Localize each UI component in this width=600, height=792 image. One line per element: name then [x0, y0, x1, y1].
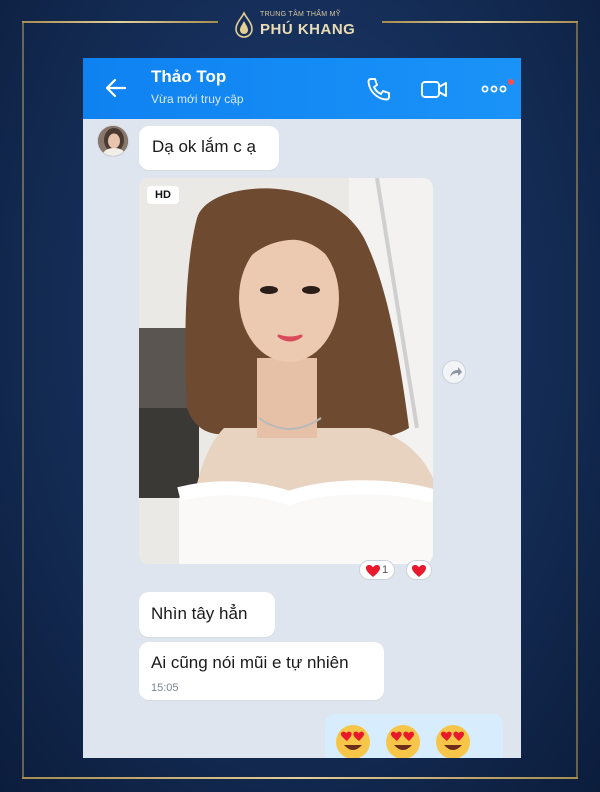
frame-gold-border-bottom — [22, 777, 578, 779]
photo-message[interactable]: HD — [139, 178, 433, 564]
share-icon[interactable] — [442, 360, 466, 384]
message-timestamp: 15:05 — [151, 682, 179, 694]
hd-badge: HD — [147, 186, 179, 204]
heart-icon — [366, 565, 380, 577]
message-bubble-2[interactable]: Nhìn tây hẳn — [139, 592, 275, 637]
video-call-icon[interactable] — [419, 74, 449, 104]
heart-eyes-emoji — [386, 725, 420, 758]
frame-gold-border-left — [22, 21, 24, 779]
selfie-photo — [139, 178, 433, 564]
brand-logo-block: TRUNG TÂM THẨM MỸ PHÚ KHANG — [230, 5, 380, 43]
brand-tagline: TRUNG TÂM THẨM MỸ — [260, 11, 341, 18]
reaction-heart-count[interactable]: 1 — [359, 560, 395, 580]
more-options-icon[interactable] — [479, 74, 511, 104]
frame-gold-border-right — [576, 21, 578, 779]
brand-logo-icon — [235, 11, 253, 38]
message-text: Nhìn tây hẳn — [151, 604, 248, 623]
heart-eyes-emoji — [336, 725, 370, 758]
contact-status: Vừa mới truy cập — [151, 92, 244, 106]
back-arrow-icon[interactable] — [103, 75, 129, 101]
reaction-count: 1 — [382, 564, 389, 576]
contact-avatar[interactable] — [97, 125, 129, 157]
frame-gold-line-right — [382, 21, 578, 23]
sent-message-bubble[interactable] — [325, 714, 503, 758]
heart-icon — [412, 565, 426, 577]
notification-dot — [508, 79, 514, 85]
heart-eyes-emoji — [436, 725, 470, 758]
contact-name[interactable]: Thảo Top — [151, 67, 226, 87]
frame-gold-line-left — [22, 21, 218, 23]
message-bubble-1[interactable]: Dạ ok lắm c ạ — [139, 126, 279, 170]
message-text: Dạ ok lắm c ạ — [152, 137, 256, 156]
message-bubble-3[interactable]: Ai cũng nói mũi e tự nhiên 15:05 — [139, 642, 384, 700]
message-text: Ai cũng nói mũi e tự nhiên — [151, 653, 349, 672]
chat-header: Thảo Top Vừa mới truy cập — [83, 58, 521, 119]
brand-name: PHÚ KHANG — [260, 21, 356, 38]
reaction-heart-button[interactable] — [406, 560, 432, 580]
avatar-image — [98, 126, 128, 156]
phone-call-icon[interactable] — [363, 74, 393, 104]
chat-screenshot: Thảo Top Vừa mới truy cập Dạ ok lắm c ạ — [83, 58, 521, 758]
